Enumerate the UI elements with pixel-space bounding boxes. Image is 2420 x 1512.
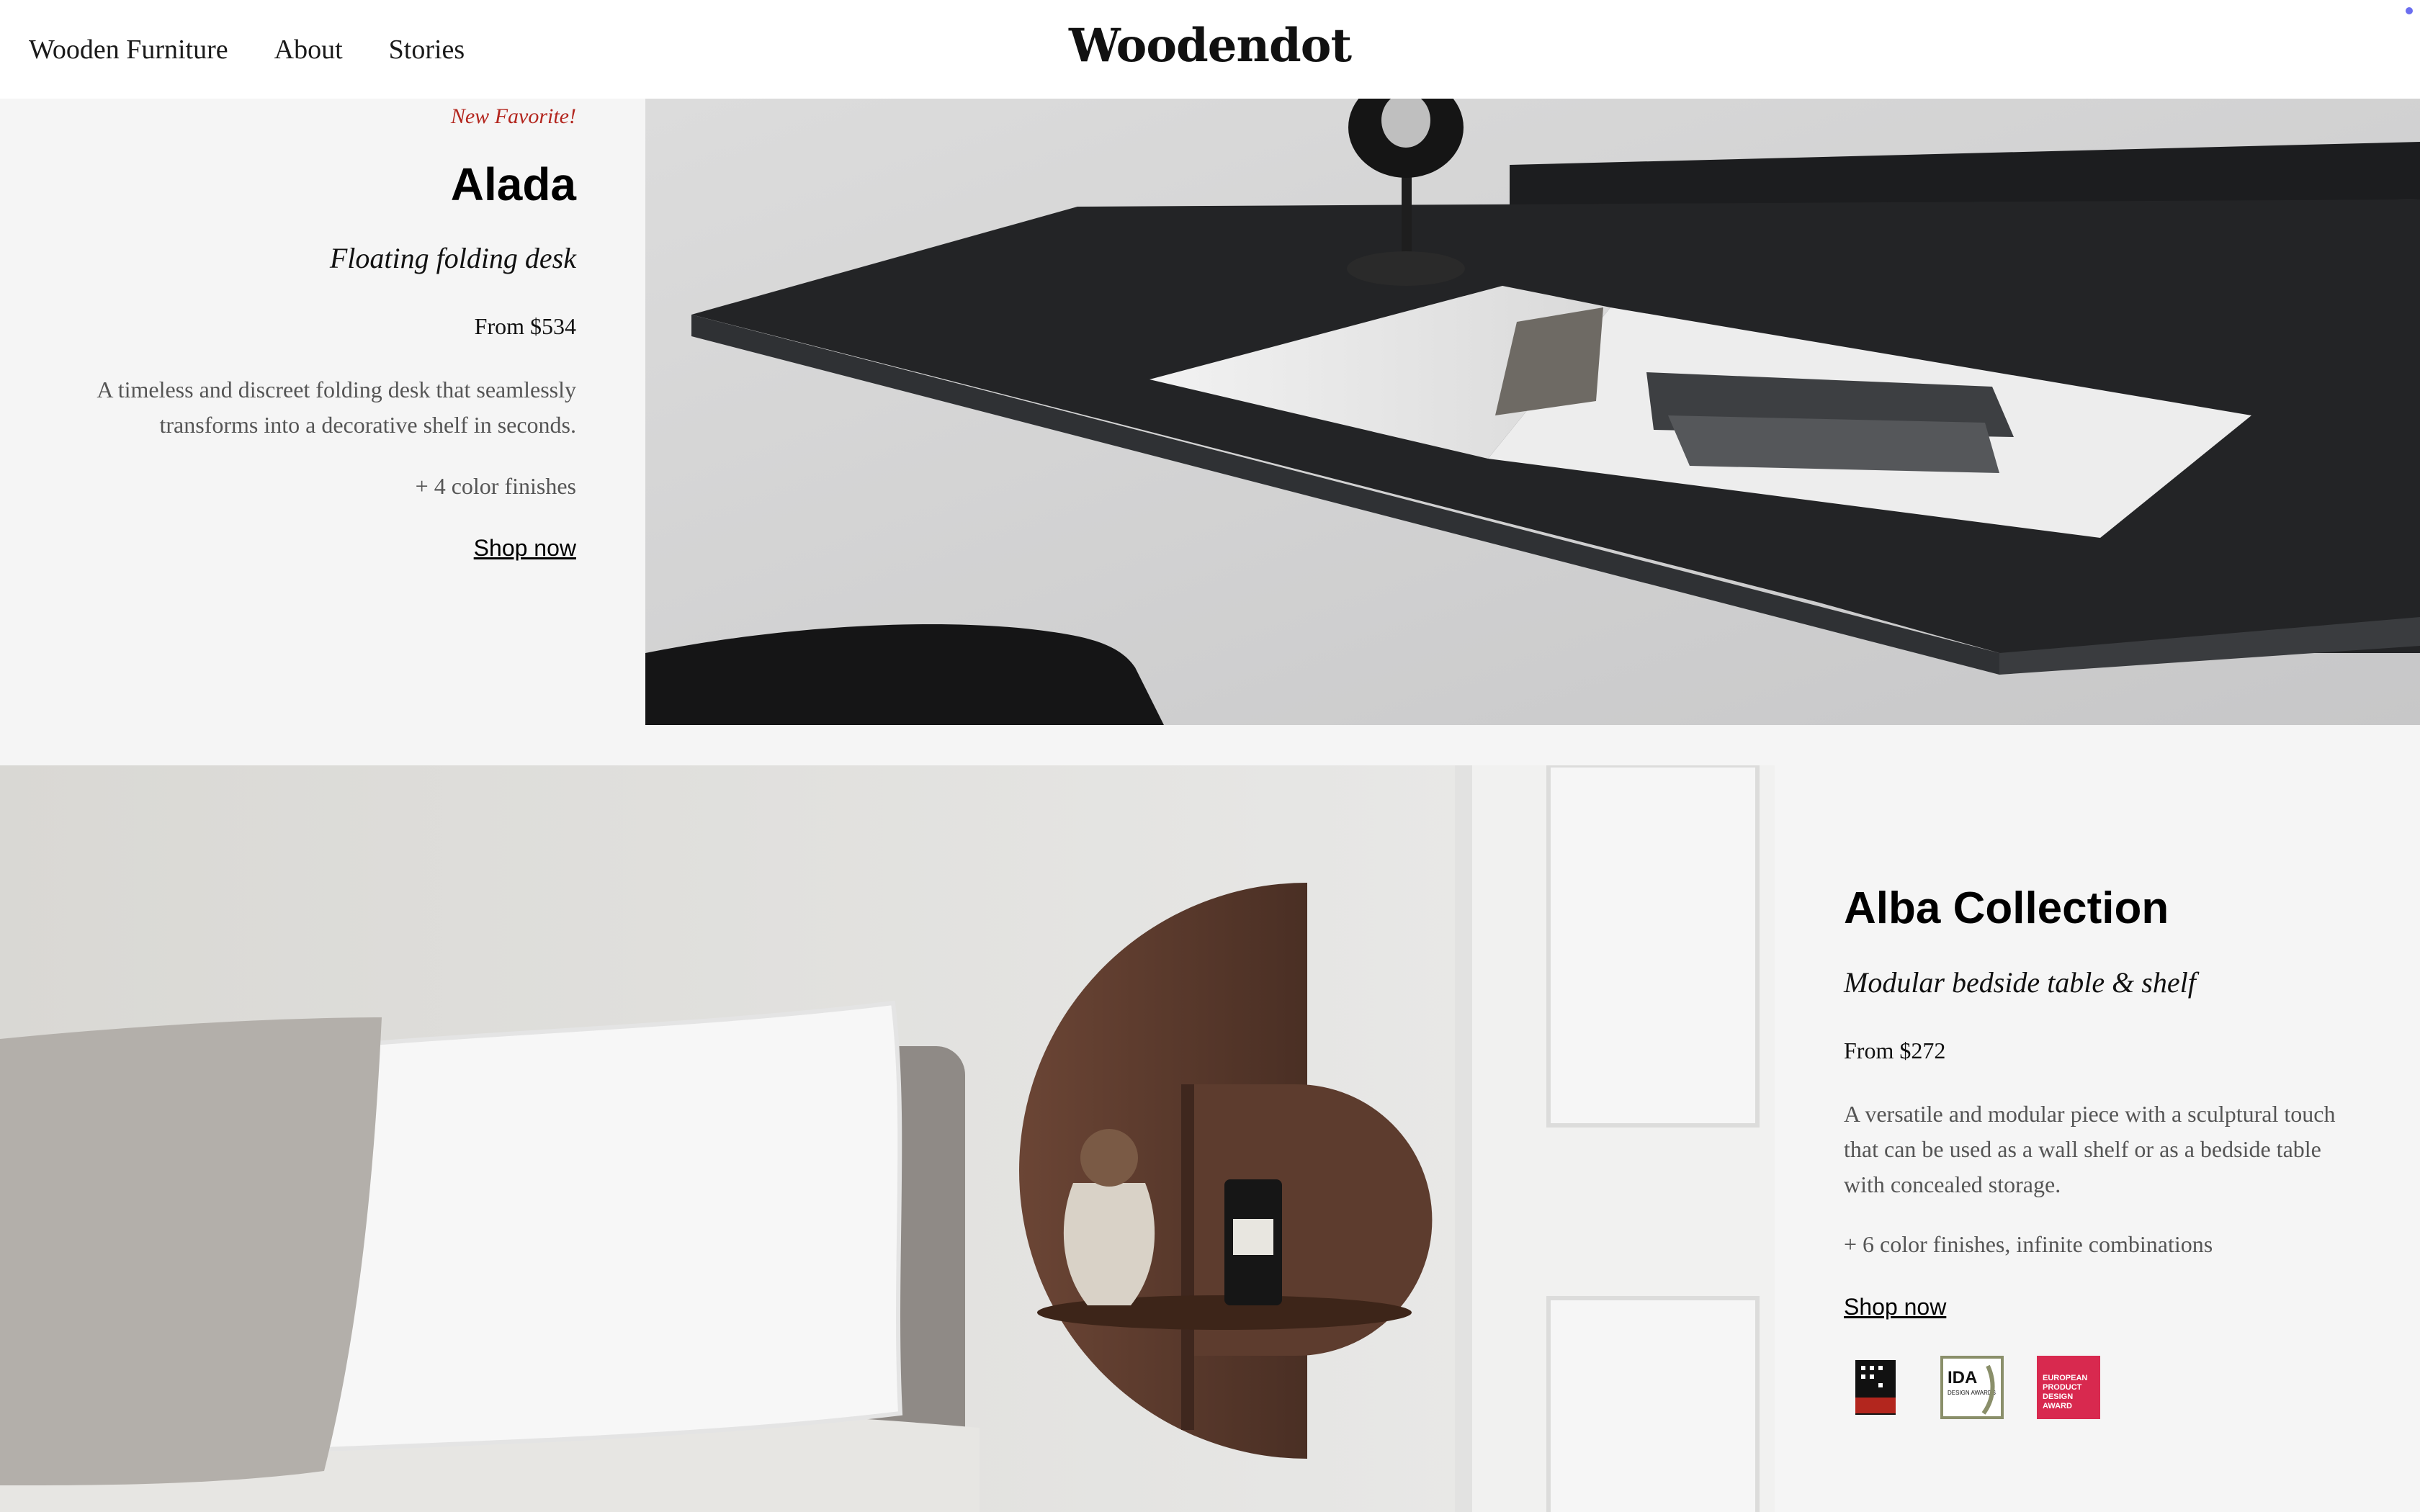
shop-now-link[interactable]: Shop now: [474, 535, 576, 562]
alada-desk-photo[interactable]: [645, 99, 2420, 725]
alba-section: Alba Collection Modular bedside table & …: [0, 765, 2420, 1512]
product-price: From $534: [474, 313, 576, 339]
status-dot: [2406, 7, 2413, 14]
site-header: Wooden Furniture About Stories Woodendot: [0, 0, 2420, 99]
product-title: Alba Collection: [1844, 883, 2169, 933]
desk-illustration: [645, 99, 2420, 725]
alada-info: New Favorite! Alada Floating folding des…: [0, 99, 576, 725]
svg-text:EUROPEAN: EUROPEAN: [2043, 1374, 2087, 1382]
product-description: A timeless and discreet folding desk tha…: [97, 377, 576, 438]
design-award-badge-icon: [1844, 1356, 1907, 1419]
product-price: From $272: [1844, 1038, 1946, 1063]
alba-bedroom-photo[interactable]: [0, 765, 1775, 1512]
svg-text:DESIGN AWARDS: DESIGN AWARDS: [1948, 1390, 1996, 1396]
product-subtitle: Floating folding desk: [329, 242, 576, 274]
svg-text:DESIGN: DESIGN: [2043, 1392, 2073, 1401]
alada-section: New Favorite! Alada Floating folding des…: [0, 99, 2420, 725]
alba-info: Alba Collection Modular bedside table & …: [1844, 765, 2391, 1512]
shop-now-link[interactable]: Shop now: [1844, 1294, 1946, 1320]
european-product-design-award-icon: EUROPEAN PRODUCT DESIGN AWARD: [2037, 1356, 2100, 1419]
svg-text:AWARD: AWARD: [2043, 1402, 2072, 1410]
svg-text:PRODUCT: PRODUCT: [2043, 1383, 2082, 1392]
bedroom-illustration: [0, 765, 1775, 1512]
ida-design-awards-badge-icon: IDA DESIGN AWARDS: [1940, 1356, 2004, 1419]
color-finishes: + 4 color finishes: [415, 473, 576, 499]
svg-text:IDA: IDA: [1948, 1368, 1977, 1387]
product-title: Alada: [450, 158, 576, 210]
awards-row: IDA DESIGN AWARDS EUROPEAN PRODUCT DESIG…: [1844, 1356, 2100, 1419]
product-subtitle: Modular bedside table & shelf: [1844, 966, 2196, 999]
new-favorite-tag: New Favorite!: [450, 104, 576, 128]
brand-logo[interactable]: Woodendot: [0, 19, 2420, 73]
color-finishes: + 6 color finishes, infinite combination…: [1844, 1231, 2213, 1257]
product-description: A versatile and modular piece with a scu…: [1844, 1101, 2336, 1197]
